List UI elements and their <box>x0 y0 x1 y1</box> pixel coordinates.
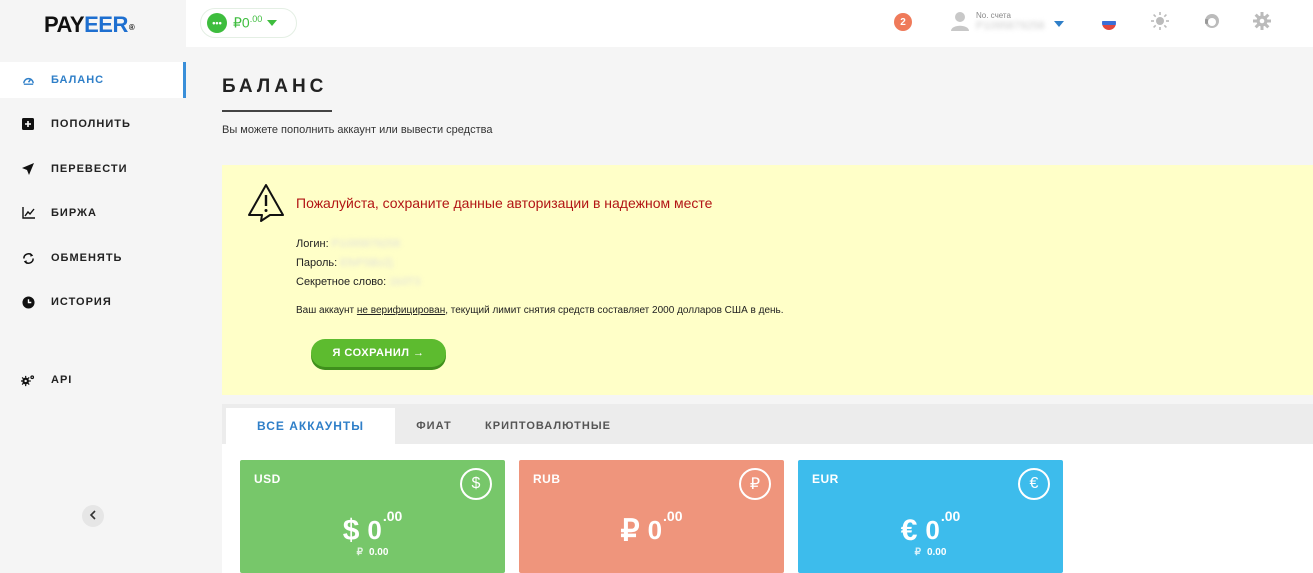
wallet-decimals: .00 <box>249 14 263 25</box>
card-balance: $0.00 <box>240 508 505 548</box>
card-balance-integer: 0 <box>925 515 940 546</box>
login-value: P1095879258 <box>331 238 401 250</box>
sidebar-item-balance[interactable]: БАЛАНС <box>0 62 186 98</box>
page-subtitle: Вы можете пополнить аккаунт или вывести … <box>222 124 493 136</box>
clock-icon <box>21 295 35 309</box>
exchange-icon <box>21 251 35 265</box>
gauge-icon <box>21 73 35 87</box>
euro-icon: € <box>1018 468 1050 500</box>
password-row: Пароль: EfsPSBzZj <box>296 257 393 269</box>
ruble-sign: ₽ <box>914 547 921 558</box>
sidebar-item-label: ИСТОРИЯ <box>51 296 112 308</box>
card-balance-symbol: € <box>900 513 918 547</box>
account-card-rub[interactable]: RUB ₽ ₽0.00 <box>519 460 784 573</box>
card-rub-equivalent: ₽0.00 <box>798 547 1063 558</box>
card-rub-equivalent: ₽0.00 <box>240 547 505 558</box>
card-balance-symbol: ₽ <box>620 514 640 548</box>
card-balance: €0.00 <box>798 508 1063 548</box>
support-headset-icon[interactable] <box>1202 11 1222 31</box>
card-balance-decimals: .00 <box>940 508 961 524</box>
card-balance-integer: 0 <box>367 515 382 546</box>
notifications-badge[interactable]: 2 <box>894 13 912 31</box>
password-value: EfsPSBzZj <box>340 257 393 269</box>
sidebar: PAYEER® БАЛАНС ПОПОЛНИТЬ ПЕРЕВЕСТИ БИРЖА… <box>0 0 186 573</box>
secret-word-row: Секретное слово: 1b3T3 <box>296 276 420 288</box>
card-balance-decimals: .00 <box>663 508 683 524</box>
sidebar-collapse-button[interactable] <box>82 505 104 527</box>
card-balance: ₽0.00 <box>519 508 784 548</box>
theme-sun-icon[interactable] <box>1150 11 1170 31</box>
send-arrow-icon <box>21 162 35 176</box>
account-tabs: ВСЕ АККАУНТЫ ФИАТ КРИПТОВАЛЮТНЫЕ <box>222 404 1313 444</box>
caret-down-icon <box>267 20 278 26</box>
rub-equivalent-value: 0.00 <box>368 547 389 558</box>
wallet-currency-symbol: ₽ <box>233 14 242 31</box>
rub-equivalent-value: 0.00 <box>926 547 947 558</box>
ruble-icon: ₽ <box>739 468 771 500</box>
card-balance-integer: 0 <box>647 515 663 546</box>
tab-crypto[interactable]: КРИПТОВАЛЮТНЫЕ <box>482 408 614 444</box>
wallet-balance-amount: ₽0.00 <box>233 14 262 32</box>
logo-text-main: PAY <box>44 12 85 37</box>
tab-fiat[interactable]: ФИАТ <box>404 408 464 444</box>
settings-gear-icon[interactable] <box>1252 11 1272 31</box>
sidebar-item-label: ОБМЕНЯТЬ <box>51 252 123 264</box>
sidebar-item-api[interactable]: API <box>0 362 186 398</box>
ruble-sign: ₽ <box>356 547 363 558</box>
account-number-label: No. счета <box>976 11 1011 20</box>
wallet-balance-selector[interactable]: ••• ₽0.00 <box>200 8 297 38</box>
account-card-usd[interactable]: USD $ $0.00 ₽0.00 <box>240 460 505 573</box>
sidebar-item-deposit[interactable]: ПОПОЛНИТЬ <box>0 106 186 142</box>
dollar-icon: $ <box>460 468 492 500</box>
login-label: Логин: <box>296 238 329 250</box>
account-dropdown-caret-icon[interactable] <box>1054 21 1064 27</box>
card-currency-code: USD <box>254 472 281 486</box>
login-row: Логин: P1095879258 <box>296 238 400 250</box>
gears-icon <box>21 373 35 387</box>
secret-word-value: 1b3T3 <box>389 276 421 288</box>
alert-title: Пожалуйста, сохраните данные авторизации… <box>296 195 713 211</box>
top-bar: ••• ₽0.00 2 No. счета P1095879258 <box>186 0 1313 47</box>
page-title: БАЛАНС <box>222 76 328 97</box>
plus-square-icon <box>21 117 35 131</box>
sidebar-item-transfer[interactable]: ПЕРЕВЕСТИ <box>0 151 186 187</box>
verification-note: Ваш аккаунт не верифицирован, текущий ли… <box>296 305 784 316</box>
wallet-integer: 0 <box>241 14 250 31</box>
chevron-left-icon <box>89 507 97 525</box>
logo-text-accent: EER <box>84 12 128 37</box>
verification-note-suffix: , текущий лимит снятия средств составляе… <box>445 305 784 316</box>
sidebar-item-label: БАЛАНС <box>51 74 105 86</box>
save-credentials-alert: Пожалуйста, сохраните данные авторизации… <box>222 165 1313 395</box>
wallet-dots-icon: ••• <box>207 13 227 33</box>
password-label: Пароль: <box>296 257 338 269</box>
card-balance-symbol: $ <box>342 513 360 547</box>
card-currency-code: EUR <box>812 472 839 486</box>
i-saved-button[interactable]: Я СОХРАНИЛ → <box>311 339 446 367</box>
sidebar-item-label: ПОПОЛНИТЬ <box>51 118 131 130</box>
tab-all-accounts[interactable]: ВСЕ АККАУНТЫ <box>226 408 395 444</box>
card-balance-decimals: .00 <box>382 508 403 524</box>
sidebar-item-label: БИРЖА <box>51 207 97 219</box>
warning-icon <box>246 182 286 222</box>
account-number-value: P1095879258 <box>976 20 1045 32</box>
user-icon[interactable] <box>951 11 969 31</box>
sidebar-item-history[interactable]: ИСТОРИЯ <box>0 284 186 320</box>
verification-note-prefix: Ваш аккаунт <box>296 305 357 316</box>
logo-mark: ® <box>128 23 135 32</box>
sidebar-item-label: ПЕРЕВЕСТИ <box>51 163 128 175</box>
not-verified-link[interactable]: не верифицирован <box>357 305 445 316</box>
secret-word-label: Секретное слово: <box>296 276 387 288</box>
payeer-logo[interactable]: PAYEER® <box>44 12 135 38</box>
account-card-eur[interactable]: EUR € €0.00 ₽0.00 <box>798 460 1063 573</box>
chart-icon <box>21 206 35 220</box>
russia-flag-icon[interactable] <box>1102 16 1116 30</box>
sidebar-item-label: API <box>51 374 73 386</box>
title-underline <box>222 110 332 112</box>
sidebar-item-swap[interactable]: ОБМЕНЯТЬ <box>0 240 186 276</box>
card-currency-code: RUB <box>533 472 561 486</box>
sidebar-item-exchange-market[interactable]: БИРЖА <box>0 195 186 231</box>
